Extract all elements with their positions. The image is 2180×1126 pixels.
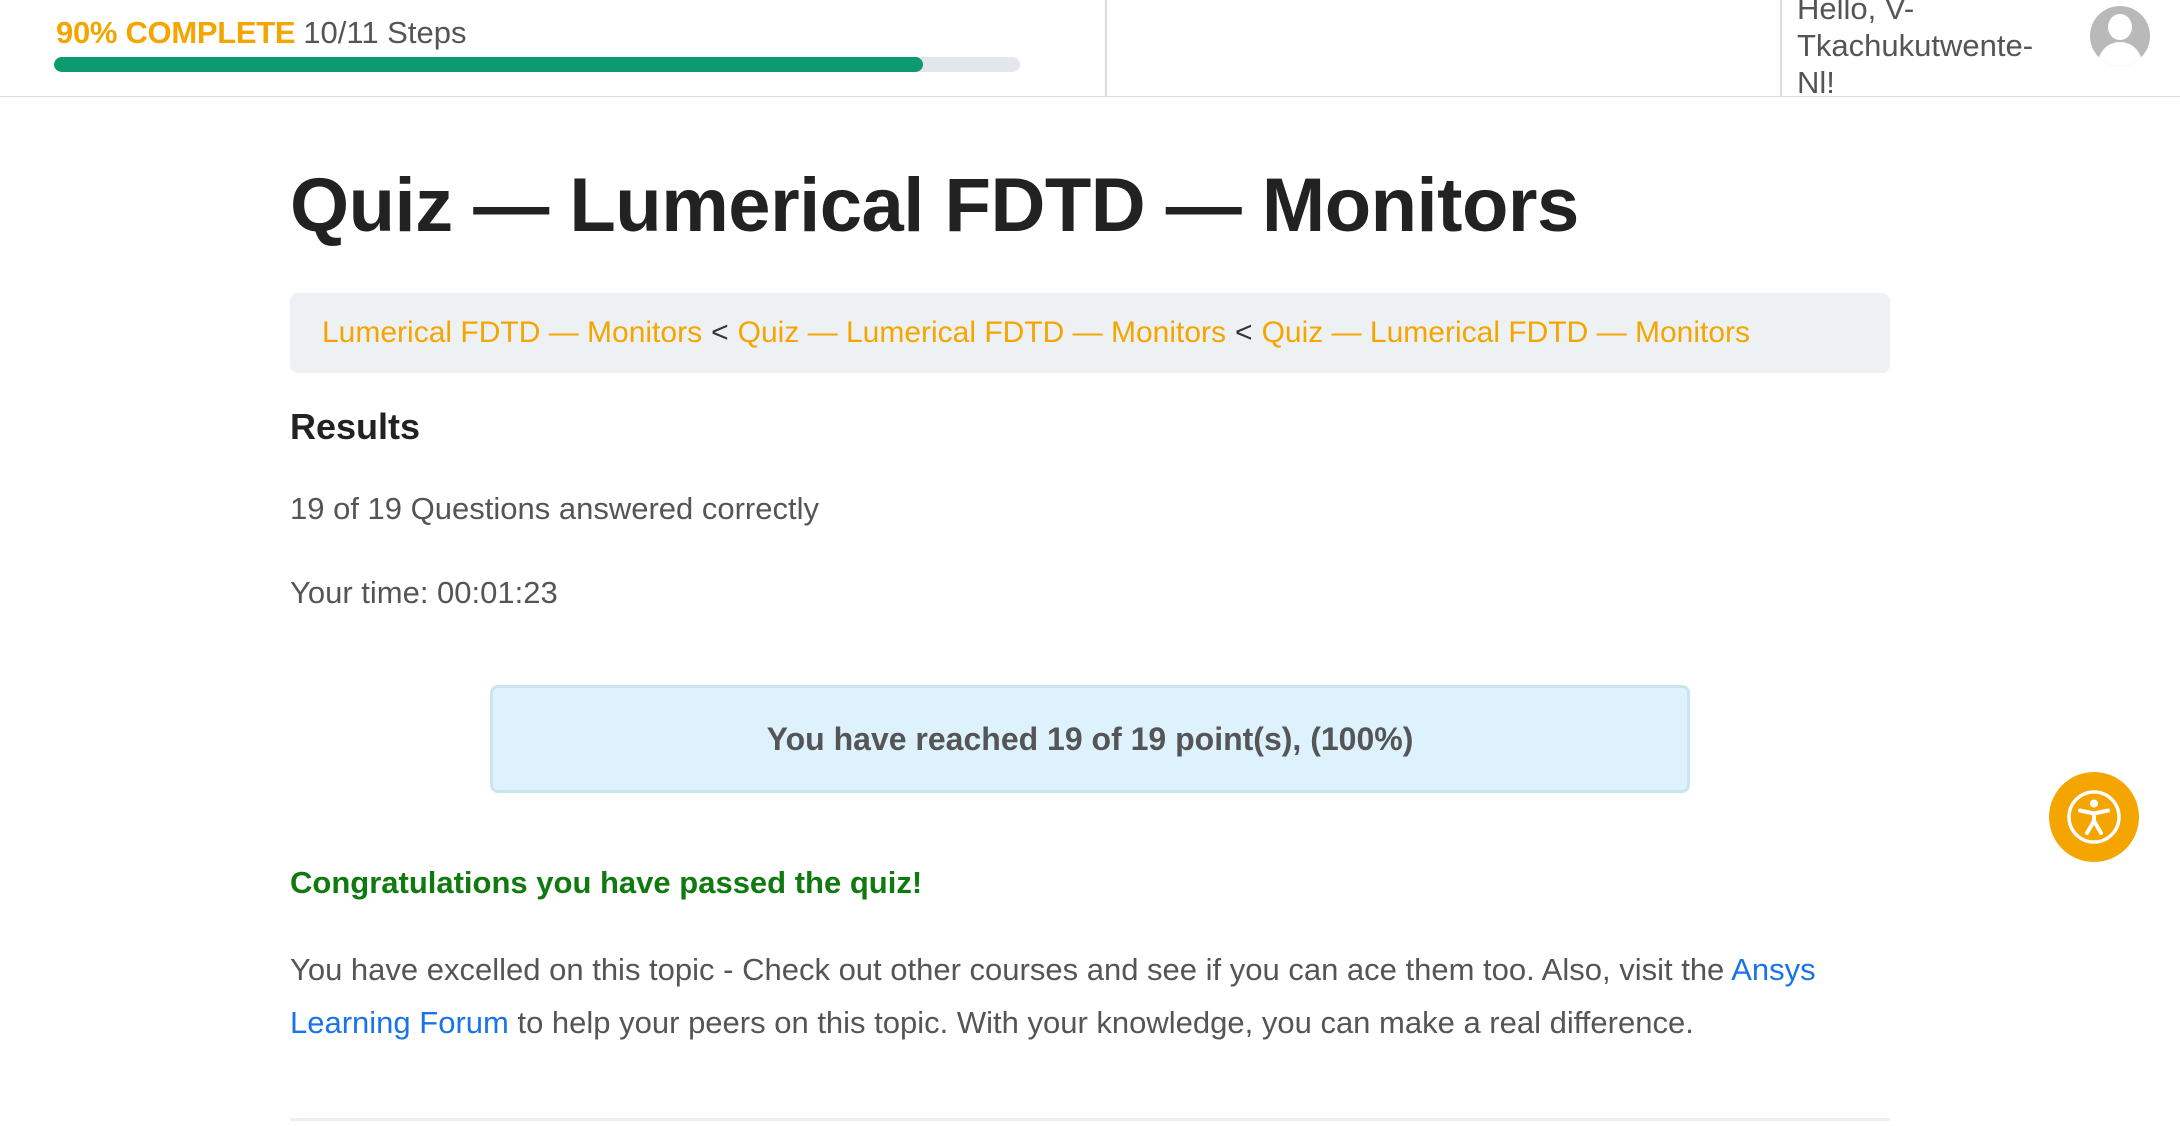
- header-divider: [1105, 0, 1107, 97]
- user-avatar-icon[interactable]: [2090, 6, 2150, 66]
- user-greeting: Hello, V-Tkachukutwente-Nl!: [1797, 0, 2034, 100]
- accessibility-button[interactable]: [2049, 772, 2139, 862]
- message-text: to help your peers on this topic. With y…: [508, 1005, 1694, 1040]
- breadcrumb: Lumerical FDTD — Monitors < Quiz — Lumer…: [290, 293, 1890, 373]
- result-message: You have excelled on this topic - Check …: [290, 943, 1830, 1049]
- accessibility-icon: [2067, 790, 2121, 844]
- quiz-time: Your time: 00:01:23: [290, 575, 558, 610]
- breadcrumb-link-quiz[interactable]: Quiz — Lumerical FDTD — Monitors: [1262, 316, 1750, 350]
- top-header: 90% COMPLETE 10/11 Steps Hello, V-Tkachuk…: [0, 0, 2180, 100]
- progress-bar: [54, 57, 1020, 72]
- breadcrumb-link-topic[interactable]: Quiz — Lumerical FDTD — Monitors: [738, 316, 1226, 350]
- page-title: Quiz — Lumerical FDTD — Monitors: [290, 163, 1579, 248]
- course-progress: 90% COMPLETE 10/11 Steps: [56, 14, 466, 52]
- progress-bar-fill: [54, 57, 924, 72]
- avatar-head: [2108, 14, 2132, 40]
- points-summary: You have reached 19 of 19 point(s), (100…: [490, 685, 1690, 793]
- main-content: Quiz — Lumerical FDTD — Monitors Lumeric…: [290, 150, 1890, 1049]
- results-heading: Results: [290, 406, 421, 447]
- progress-percent: 90% COMPLETE: [56, 15, 296, 50]
- breadcrumb-separator: <: [711, 316, 729, 349]
- breadcrumb-separator: <: [1235, 316, 1253, 349]
- content-divider: [290, 1118, 1890, 1121]
- correct-answers-count: 19 of 19 Questions answered correctly: [290, 491, 819, 526]
- pass-message: Congratulations you have passed the quiz…: [290, 865, 923, 900]
- breadcrumb-link-lesson[interactable]: Lumerical FDTD — Monitors: [322, 316, 702, 350]
- avatar-body: [2098, 42, 2142, 66]
- message-text: You have excelled on this topic - Check …: [290, 952, 1732, 987]
- progress-steps: 10/11 Steps: [303, 15, 467, 50]
- header-divider: [1780, 0, 1782, 97]
